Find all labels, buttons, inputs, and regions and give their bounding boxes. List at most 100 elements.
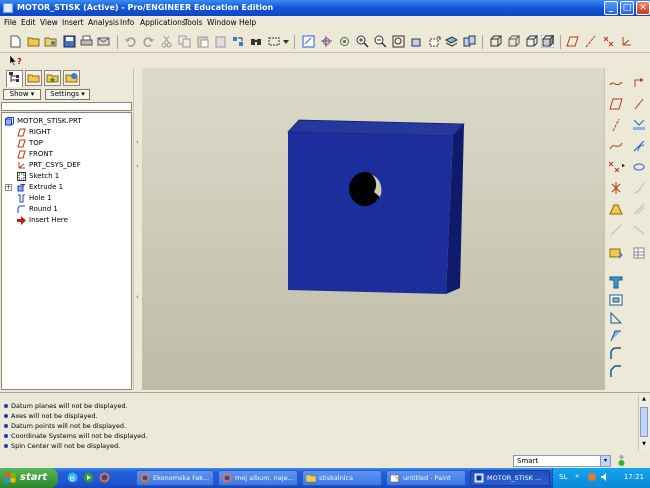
- hole-tool-icon[interactable]: [609, 275, 623, 289]
- scroll-down-icon[interactable]: ▼: [640, 441, 648, 449]
- start-button[interactable]: start: [0, 468, 58, 488]
- menu-window[interactable]: Window: [207, 18, 237, 27]
- csys-display-icon[interactable]: [620, 35, 633, 48]
- show-dropdown[interactable]: Show ▾: [3, 89, 41, 100]
- language-indicator[interactable]: SL: [559, 473, 567, 481]
- context-help-icon[interactable]: ?: [9, 54, 22, 67]
- model-view[interactable]: [142, 68, 604, 390]
- taskbar-item[interactable]: untitled - Paint: [386, 470, 466, 486]
- taskbar-item[interactable]: Ekonomska Fak...: [136, 470, 214, 486]
- datum-plane-tool-icon[interactable]: [609, 97, 623, 111]
- settings-dropdown[interactable]: Settings ▾: [45, 89, 90, 100]
- tray-app-icon[interactable]: [587, 472, 597, 482]
- close-button[interactable]: ✕: [636, 1, 650, 15]
- collapse-left-icon[interactable]: ‹: [136, 138, 140, 152]
- draft-tool-icon[interactable]: [609, 329, 623, 343]
- undo-icon[interactable]: [124, 35, 137, 48]
- datum-point-dropdown-icon[interactable]: ▸: [622, 162, 625, 169]
- spin-center-icon[interactable]: [320, 35, 333, 48]
- datum-axis-tool-icon[interactable]: [632, 97, 646, 111]
- tab-connections[interactable]: [63, 70, 80, 86]
- menu-edit[interactable]: Edit: [21, 18, 36, 27]
- copy-geometry-icon[interactable]: [632, 246, 646, 260]
- view-manager-icon[interactable]: [463, 35, 476, 48]
- sketch-tool-icon[interactable]: [609, 139, 623, 153]
- revolve-tool-icon[interactable]: [632, 160, 646, 174]
- csys-tool-icon[interactable]: [609, 181, 623, 195]
- refit-icon[interactable]: [392, 35, 405, 48]
- saved-views-icon[interactable]: [428, 35, 441, 48]
- tree-item-sketch[interactable]: Sketch 1: [2, 171, 131, 182]
- tab-folder-browser[interactable]: [25, 70, 42, 86]
- tree-item-hole[interactable]: Hole 1: [2, 193, 131, 204]
- tree-item-csys[interactable]: PRT_CSYS_DEF: [2, 160, 131, 171]
- ie-quicklaunch-icon[interactable]: e: [66, 471, 79, 484]
- menu-file[interactable]: File: [4, 18, 17, 27]
- select-dropdown-icon[interactable]: [282, 35, 290, 48]
- taskbar-item[interactable]: moj album, naje...: [218, 470, 298, 486]
- open-folder-icon[interactable]: [27, 35, 40, 48]
- reorient-icon[interactable]: [410, 35, 423, 48]
- expand-toggle[interactable]: +: [5, 184, 12, 191]
- scroll-thumb[interactable]: [640, 407, 648, 437]
- shell-tool-icon[interactable]: [609, 293, 623, 307]
- hidden-line-icon[interactable]: [507, 35, 520, 48]
- media-quicklaunch-icon[interactable]: [82, 471, 95, 484]
- datum-plane-display-icon[interactable]: [566, 35, 579, 48]
- chamfer-tool-icon[interactable]: [609, 365, 623, 379]
- datum-curve-icon[interactable]: [609, 76, 623, 90]
- collapse-left-icon[interactable]: ‹: [136, 162, 140, 176]
- tab-model-tree[interactable]: [6, 70, 23, 87]
- zoom-in-icon[interactable]: [356, 35, 369, 48]
- zoom-out-icon[interactable]: [374, 35, 387, 48]
- collapse-left-icon[interactable]: ‹: [136, 293, 140, 307]
- blend-tool-icon[interactable]: [632, 202, 646, 216]
- volume-icon[interactable]: [600, 472, 610, 482]
- taskbar-item-active[interactable]: MOTOR_STISK ...: [470, 470, 550, 486]
- tree-item-round[interactable]: Round 1: [2, 204, 131, 215]
- minimize-button[interactable]: _: [604, 1, 618, 15]
- datum-point-display-icon[interactable]: [602, 35, 615, 48]
- tree-item-part[interactable]: MOTOR_STISK.PRT: [2, 116, 131, 127]
- paste-special-icon[interactable]: [214, 35, 227, 48]
- redo-icon[interactable]: [142, 35, 155, 48]
- chevron-down-icon[interactable]: ▾: [600, 456, 610, 466]
- menu-analysis[interactable]: Analysis: [88, 18, 119, 27]
- menu-info[interactable]: Info: [120, 18, 134, 27]
- maximize-button[interactable]: □: [620, 1, 634, 15]
- orient-mode-icon[interactable]: [338, 35, 351, 48]
- wireframe-icon[interactable]: [489, 35, 502, 48]
- menu-insert[interactable]: Insert: [62, 18, 84, 27]
- udf-tool-icon[interactable]: [609, 246, 623, 260]
- warp-tool-icon[interactable]: [632, 223, 646, 237]
- menu-applications[interactable]: Applications: [140, 18, 186, 27]
- sketched-datum-icon[interactable]: [632, 76, 646, 90]
- curve-tool-icon[interactable]: [632, 118, 646, 132]
- panel-splitter[interactable]: ‹ ‹ ‹: [133, 68, 142, 390]
- proe-app-icon[interactable]: [3, 3, 13, 13]
- cut-icon[interactable]: [160, 35, 173, 48]
- no-hidden-icon[interactable]: [525, 35, 538, 48]
- tree-item-extrude[interactable]: + Extrude 1: [2, 182, 131, 193]
- axis-tool-icon[interactable]: [609, 118, 623, 132]
- style-tool-icon[interactable]: [609, 223, 623, 237]
- graphics-window[interactable]: [142, 68, 604, 390]
- copy-icon[interactable]: [178, 35, 191, 48]
- menu-tools[interactable]: Tools: [184, 18, 202, 27]
- layers-icon[interactable]: [445, 35, 458, 48]
- send-mail-icon[interactable]: [97, 35, 110, 48]
- print-icon[interactable]: [80, 35, 93, 48]
- menu-help[interactable]: Help: [239, 18, 256, 27]
- new-file-icon[interactable]: [9, 35, 22, 48]
- tray-expand-icon[interactable]: «: [575, 472, 579, 480]
- rib-tool-icon[interactable]: [609, 311, 623, 325]
- menu-view[interactable]: View: [40, 18, 58, 27]
- sweep-tool-icon[interactable]: [632, 181, 646, 195]
- taskbar-item[interactable]: stiskalnica: [302, 470, 382, 486]
- traffic-light-icon[interactable]: [617, 454, 626, 467]
- repaint-icon[interactable]: [302, 35, 315, 48]
- find-icon[interactable]: [250, 35, 263, 48]
- shading-icon[interactable]: [541, 35, 554, 48]
- save-icon[interactable]: [63, 35, 76, 48]
- paste-icon[interactable]: [196, 35, 209, 48]
